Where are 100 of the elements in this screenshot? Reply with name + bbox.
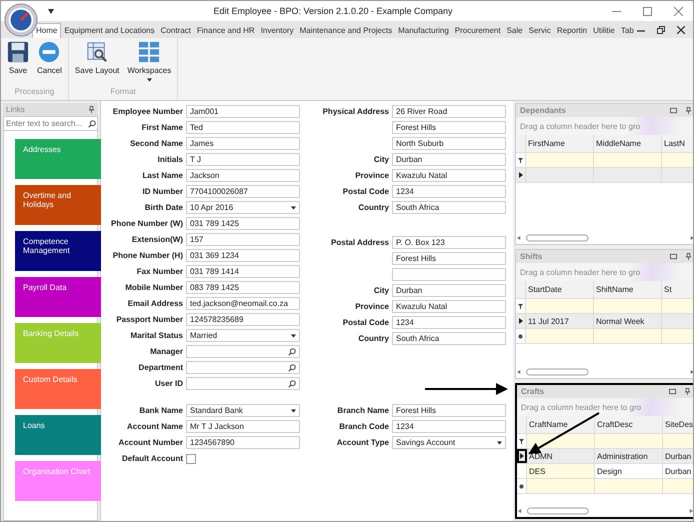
text-field[interactable]: Kwazulu Natal: [392, 300, 506, 313]
text-field[interactable]: Ted: [186, 121, 300, 134]
column-header[interactable]: FirstName: [526, 135, 594, 152]
lookup-field[interactable]: [186, 345, 300, 358]
filter-icon[interactable]: [518, 304, 523, 308]
text-field[interactable]: 26 River Road: [392, 105, 506, 118]
column-header[interactable]: LastN: [662, 135, 693, 152]
pin-icon[interactable]: [685, 107, 692, 114]
pin-icon[interactable]: [88, 106, 95, 113]
text-field[interactable]: Forest Hills: [392, 404, 506, 417]
ribbon-button[interactable]: Save Layout: [72, 38, 122, 87]
table-cell[interactable]: [663, 479, 693, 493]
ribbon-tab[interactable]: Home: [32, 23, 62, 38]
text-field[interactable]: 031 369 1234: [186, 249, 300, 262]
maximize-icon[interactable]: [670, 253, 678, 260]
filter-icon[interactable]: [519, 438, 524, 444]
column-header[interactable]: StartDate: [526, 281, 594, 298]
filter-cell[interactable]: [527, 434, 595, 448]
table-cell[interactable]: [527, 479, 595, 493]
ribbon-tab[interactable]: Equipment and Locations: [61, 24, 158, 38]
ribbon-tab[interactable]: Procurement: [452, 24, 504, 38]
filter-cell[interactable]: [662, 153, 693, 167]
dropdown-caret-icon[interactable]: [291, 408, 296, 412]
text-field[interactable]: [392, 268, 506, 281]
filter-cell[interactable]: [663, 434, 693, 448]
dropdown-caret-icon[interactable]: [291, 334, 296, 338]
ribbon-tab[interactable]: Servic: [526, 24, 554, 38]
text-field[interactable]: 7704100026087: [186, 185, 300, 198]
dropdown-field[interactable]: Married: [186, 329, 300, 342]
filter-cell[interactable]: [662, 299, 693, 313]
text-field[interactable]: Forest Hills: [392, 121, 506, 134]
ribbon-button[interactable]: Workspaces: [124, 38, 174, 87]
ribbon-tab[interactable]: Utilitie: [590, 24, 618, 38]
table-cell[interactable]: [662, 329, 693, 343]
filter-cell[interactable]: [526, 153, 594, 167]
filter-icon[interactable]: [518, 158, 523, 162]
ribbon-tab[interactable]: Sale: [504, 24, 526, 38]
dropdown-caret-icon[interactable]: [497, 440, 502, 444]
text-field[interactable]: 1234: [392, 185, 506, 198]
filter-cell[interactable]: [594, 153, 662, 167]
dropdown-caret-icon[interactable]: [146, 78, 152, 82]
search-icon[interactable]: [288, 380, 296, 388]
text-field[interactable]: Jam001: [186, 105, 300, 118]
ribbon-button[interactable]: Save: [4, 38, 32, 87]
column-header[interactable]: CraftName: [527, 416, 595, 433]
dropdown-caret-icon[interactable]: [291, 206, 296, 210]
pin-icon[interactable]: [685, 253, 692, 260]
close-icon[interactable]: [674, 6, 683, 16]
ribbon-tab[interactable]: Finance and HR: [194, 24, 258, 38]
text-field[interactable]: Mr T J Jackson: [186, 420, 300, 433]
search-icon[interactable]: [88, 120, 96, 128]
link-tile[interactable]: Competence Management: [15, 231, 101, 271]
column-header[interactable]: St: [662, 281, 693, 298]
text-field[interactable]: Jackson: [186, 169, 300, 182]
text-field[interactable]: 124578235689: [186, 313, 300, 326]
maximize-icon[interactable]: [669, 388, 676, 395]
maximize-icon[interactable]: [670, 107, 678, 114]
text-field[interactable]: North Suburb: [392, 137, 506, 150]
restore-icon[interactable]: [657, 26, 665, 34]
text-field[interactable]: Durban: [392, 153, 506, 166]
ribbon-tab[interactable]: Maintenance and Projects: [296, 24, 396, 38]
new-row-icon[interactable]: [518, 334, 523, 338]
quick-access-caret-icon[interactable]: [48, 8, 54, 14]
text-field[interactable]: Durban: [392, 284, 506, 297]
text-field[interactable]: Kwazulu Natal: [392, 169, 506, 182]
ribbon-tab[interactable]: Tab: [618, 24, 637, 38]
table-cell[interactable]: [595, 479, 663, 493]
text-field[interactable]: T J: [186, 153, 300, 166]
lookup-field[interactable]: [186, 361, 300, 374]
link-tile[interactable]: Overtime and Holidays: [15, 185, 101, 225]
table-cell[interactable]: [594, 329, 662, 343]
ribbon-tab[interactable]: Manufacturing: [395, 24, 452, 38]
text-field[interactable]: 1234: [392, 316, 506, 329]
text-field[interactable]: 1234: [392, 420, 506, 433]
search-icon[interactable]: [288, 348, 296, 356]
text-field[interactable]: 031 789 1425: [186, 217, 300, 230]
column-header[interactable]: SiteDes: [663, 416, 693, 433]
ribbon-tab[interactable]: Inventory: [258, 24, 297, 38]
pin-icon[interactable]: [684, 388, 692, 395]
column-header[interactable]: MiddleName: [594, 135, 662, 152]
search-icon[interactable]: [288, 364, 296, 372]
filter-row[interactable]: [517, 434, 693, 449]
horizontal-scrollbar[interactable]: [516, 368, 693, 376]
dropdown-field[interactable]: Savings Account: [392, 436, 506, 449]
text-field[interactable]: P. O. Box 123: [392, 236, 506, 249]
text-field[interactable]: 1234567890: [186, 436, 300, 449]
ribbon-button[interactable]: Cancel: [34, 38, 65, 87]
filter-cell[interactable]: [594, 299, 662, 313]
text-field[interactable]: South Africa: [392, 332, 506, 345]
table-cell[interactable]: [526, 329, 594, 343]
column-header[interactable]: ShiftName: [594, 281, 662, 298]
maximize-icon[interactable]: [643, 6, 652, 16]
dropdown-field[interactable]: 10 Apr 2016: [186, 201, 300, 214]
text-field[interactable]: ted.jackson@neomail.co.za: [186, 297, 300, 310]
table-row[interactable]: ADMN Administration Durban: [517, 449, 693, 464]
column-header[interactable]: CraftDesc: [595, 416, 663, 433]
text-field[interactable]: 031 789 1414: [186, 265, 300, 278]
new-row-icon[interactable]: [519, 484, 524, 488]
horizontal-scrollbar[interactable]: [516, 234, 693, 242]
dropdown-field[interactable]: Standard Bank: [186, 404, 300, 417]
